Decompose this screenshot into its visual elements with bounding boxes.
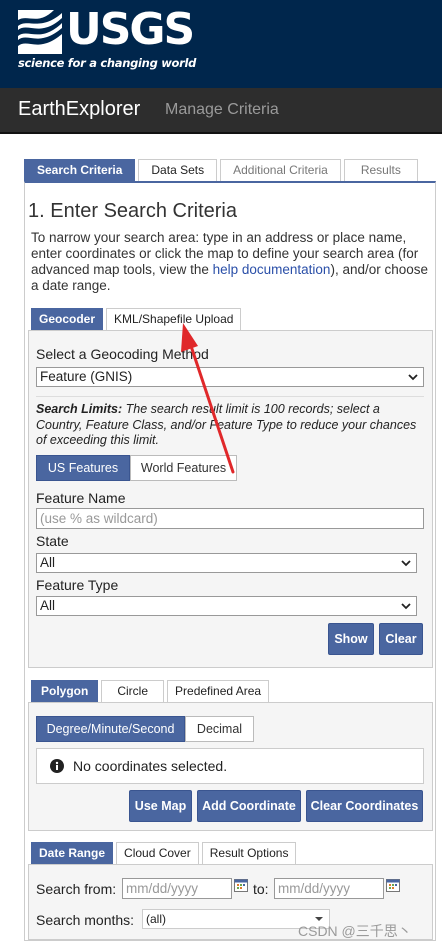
- tab-polygon[interactable]: Polygon: [31, 680, 99, 702]
- search-months-label: Search months:: [36, 912, 135, 928]
- chevron-down-icon: [401, 560, 411, 567]
- logo-tagline: science for a changing world: [18, 56, 197, 70]
- search-from-input[interactable]: mm/dd/yyyy: [122, 878, 232, 899]
- help-documentation-link[interactable]: help documentation: [213, 262, 331, 277]
- search-limits-title: Search Limits:: [36, 402, 123, 416]
- decimal-toggle[interactable]: Decimal: [185, 716, 254, 742]
- divider: [36, 396, 424, 397]
- use-map-button[interactable]: Use Map: [129, 790, 192, 822]
- intro-text: To narrow your search area: type in an a…: [31, 230, 431, 294]
- watermark: CSDN @三千思丶: [298, 923, 412, 939]
- manage-criteria-link[interactable]: Manage Criteria: [165, 101, 279, 119]
- geocoder-tabs: Geocoder KML/Shapefile Upload: [31, 308, 242, 330]
- clear-button[interactable]: Clear: [379, 623, 423, 655]
- usgs-logo[interactable]: USGS science for a changing world: [18, 4, 196, 74]
- tab-additional-criteria[interactable]: Additional Criteria: [220, 159, 341, 181]
- no-coordinates-alert: No coordinates selected.: [36, 748, 424, 784]
- geocoding-method-select[interactable]: Feature (GNIS): [36, 367, 424, 387]
- show-button[interactable]: Show: [328, 623, 374, 655]
- feature-type-value: All: [40, 598, 56, 613]
- search-limits-note: Search Limits: The search result limit i…: [36, 402, 426, 449]
- feature-type-select[interactable]: All: [36, 596, 417, 616]
- app-title[interactable]: EarthExplorer: [18, 98, 140, 121]
- section-title: 1. Enter Search Criteria: [28, 200, 237, 222]
- usgs-header: USGS science for a changing world: [0, 0, 442, 88]
- search-months-value: (all): [146, 912, 166, 926]
- us-features-toggle[interactable]: US Features: [36, 455, 130, 481]
- search-from-label: Search from:: [36, 881, 117, 897]
- feature-name-label: Feature Name: [36, 490, 126, 506]
- geocoding-method-label: Select a Geocoding Method: [36, 346, 209, 362]
- usgs-wave-logo-icon: [18, 10, 62, 54]
- clear-coordinates-button[interactable]: Clear Coordinates: [306, 790, 423, 822]
- tab-results[interactable]: Results: [343, 159, 418, 181]
- area-tabs: Polygon Circle Predefined Area: [31, 680, 270, 702]
- tab-data-sets[interactable]: Data Sets: [138, 159, 218, 181]
- calendar-icon[interactable]: [234, 878, 248, 892]
- date-tabs: Date Range Cloud Cover Result Options: [31, 842, 297, 864]
- main-tabs: Search Criteria Data Sets Additional Cri…: [24, 159, 418, 181]
- info-icon: [50, 759, 64, 773]
- search-to-label: to:: [253, 881, 269, 897]
- tab-search-criteria[interactable]: Search Criteria: [24, 159, 136, 181]
- tab-result-options[interactable]: Result Options: [201, 842, 297, 864]
- earthexplorer-navbar: EarthExplorer Manage Criteria: [0, 88, 442, 134]
- feature-name-input[interactable]: (use % as wildcard): [36, 508, 424, 529]
- calendar-icon[interactable]: [386, 878, 400, 892]
- tab-cloud-cover[interactable]: Cloud Cover: [116, 842, 199, 864]
- add-coordinate-button[interactable]: Add Coordinate: [197, 790, 301, 822]
- search-to-input[interactable]: mm/dd/yyyy: [274, 878, 384, 899]
- chevron-down-icon: [401, 603, 411, 610]
- geocoding-method-value: Feature (GNIS): [40, 369, 133, 384]
- feature-type-label: Feature Type: [36, 577, 119, 593]
- tab-circle[interactable]: Circle: [101, 680, 165, 702]
- state-label: State: [36, 533, 69, 549]
- tab-predefined-area[interactable]: Predefined Area: [167, 680, 270, 702]
- tab-kml-shapefile-upload[interactable]: KML/Shapefile Upload: [106, 308, 242, 330]
- degree-minute-second-toggle[interactable]: Degree/Minute/Second: [36, 716, 185, 742]
- state-select[interactable]: All: [36, 553, 417, 573]
- no-coordinates-text: No coordinates selected.: [73, 758, 228, 774]
- world-features-toggle[interactable]: World Features: [130, 455, 237, 481]
- logo-text: USGS: [66, 4, 195, 55]
- tab-geocoder[interactable]: Geocoder: [31, 308, 104, 330]
- state-value: All: [40, 555, 56, 570]
- chevron-down-icon: [408, 374, 418, 381]
- tab-date-range[interactable]: Date Range: [31, 842, 114, 864]
